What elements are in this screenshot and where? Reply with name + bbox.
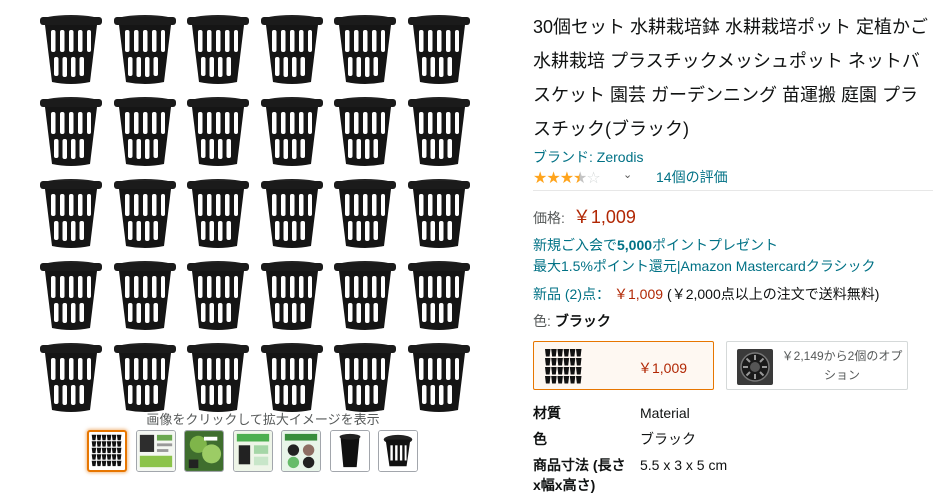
net-pot-image: [183, 340, 253, 414]
price-row: 価格: ￥1,009: [533, 203, 636, 229]
promo-points: 5,000: [617, 237, 653, 253]
spec-key: 材質: [533, 405, 561, 421]
brand-link[interactable]: ブランド: Zerodis: [533, 147, 643, 167]
star-icon: ★: [533, 170, 547, 187]
net-pot-image: [257, 258, 327, 332]
spec-value: 5.5 x 3 x 5 cm: [640, 457, 728, 473]
net-pot-image: [183, 258, 253, 332]
net-pot-image: [183, 12, 253, 86]
net-pot-image: [36, 12, 106, 86]
price-value: ￥1,009: [572, 207, 636, 227]
spec-value: ブラック: [640, 431, 696, 447]
net-pot-image: [257, 340, 327, 414]
net-pot-image: [404, 176, 474, 250]
chevron-down-icon[interactable]: ⌄: [623, 168, 632, 181]
rating-row: ★★★★☆ ⌄ 14個の評価: [533, 167, 933, 187]
net-pot-image: [404, 340, 474, 414]
mastercard-promo-link[interactable]: 最大1.5%ポイント還元|Amazon Mastercardクラシック: [533, 256, 876, 276]
divider: [533, 190, 933, 191]
net-pot-image: [110, 176, 180, 250]
color-label: 色:: [533, 313, 551, 329]
net-pot-image: [36, 258, 106, 332]
offers-price: ￥1,009: [614, 286, 664, 302]
star-half-icon: ★: [573, 170, 587, 187]
swatch-options-text: ￥2,149から2個のオプション: [781, 349, 903, 382]
shipping-note: (￥2,000点以上の注文で送料無料): [667, 286, 880, 302]
color-value: ブラック: [554, 313, 611, 329]
thumb-pots-grid[interactable]: [87, 430, 127, 472]
spec-value: Material: [640, 405, 690, 421]
net-pot-image: [257, 94, 327, 168]
net-pot-image: [330, 12, 400, 86]
net-pot-image: [183, 94, 253, 168]
net-pot-image: [404, 94, 474, 168]
net-pot-image: [330, 258, 400, 332]
offers-row: 新品 (2)点： ￥1,009 (￥2,000点以上の注文で送料無料): [533, 284, 879, 304]
promo-suffix: ポイントプレゼント: [652, 237, 779, 253]
swatch-black-selected[interactable]: ￥1,009: [533, 341, 714, 390]
swatch-other-options[interactable]: ￥2,149から2個のオプション: [726, 341, 908, 390]
thumb-infographic-2[interactable]: [232, 430, 273, 472]
net-pot-image: [110, 340, 180, 414]
star-empty-icon: ☆: [586, 170, 600, 187]
swatch-pot-top-image: [737, 349, 773, 385]
swatch-pots-image: [545, 349, 582, 384]
thumb-pot-side[interactable]: [329, 430, 370, 472]
star-icon: ★: [546, 170, 560, 187]
spec-key: 商品寸法 (長さx幅x高さ): [533, 457, 626, 493]
net-pot-image: [36, 94, 106, 168]
net-pot-image: [36, 340, 106, 414]
net-pot-image: [404, 12, 474, 86]
points-promo-link[interactable]: 新規ご入会で5,000ポイントプレゼント: [533, 235, 778, 255]
thumb-plants-photo[interactable]: [184, 430, 224, 472]
net-pot-image: [36, 176, 106, 250]
net-pot-image: [110, 94, 180, 168]
net-pot-image: [257, 176, 327, 250]
net-pot-image: [110, 258, 180, 332]
promo-prefix: 新規ご入会で: [533, 237, 617, 253]
thumb-infographic-1[interactable]: [135, 430, 176, 472]
product-title: 30個セット 水耕栽培鉢 水耕栽培ポット 定植かご 水耕栽培 プラスチックメッシ…: [533, 17, 929, 139]
net-pot-image: [257, 12, 327, 86]
thumb-infographic-3[interactable]: [281, 430, 321, 472]
color-row: 色: ブラック: [533, 311, 611, 331]
star-rating[interactable]: ★★★★☆: [533, 168, 601, 188]
net-pot-image: [404, 258, 474, 332]
net-pot-image: [110, 12, 180, 86]
main-product-image[interactable]: [18, 4, 488, 412]
net-pot-image: [330, 94, 400, 168]
swatch-price: ￥1,009: [638, 360, 688, 376]
rating-count-link[interactable]: 14個の評価: [656, 167, 728, 187]
image-zoom-caption: 画像をクリックして拡大イメージを表示: [146, 412, 380, 427]
spec-key: 色: [533, 431, 547, 447]
thumb-pot-top[interactable]: [378, 430, 418, 472]
price-label: 価格:: [533, 210, 565, 226]
star-icon: ★: [559, 170, 574, 187]
net-pot-image: [330, 176, 400, 250]
net-pot-image: [183, 176, 253, 250]
net-pot-image: [330, 340, 400, 414]
new-offers-link[interactable]: 新品 (2)点：: [533, 286, 610, 302]
